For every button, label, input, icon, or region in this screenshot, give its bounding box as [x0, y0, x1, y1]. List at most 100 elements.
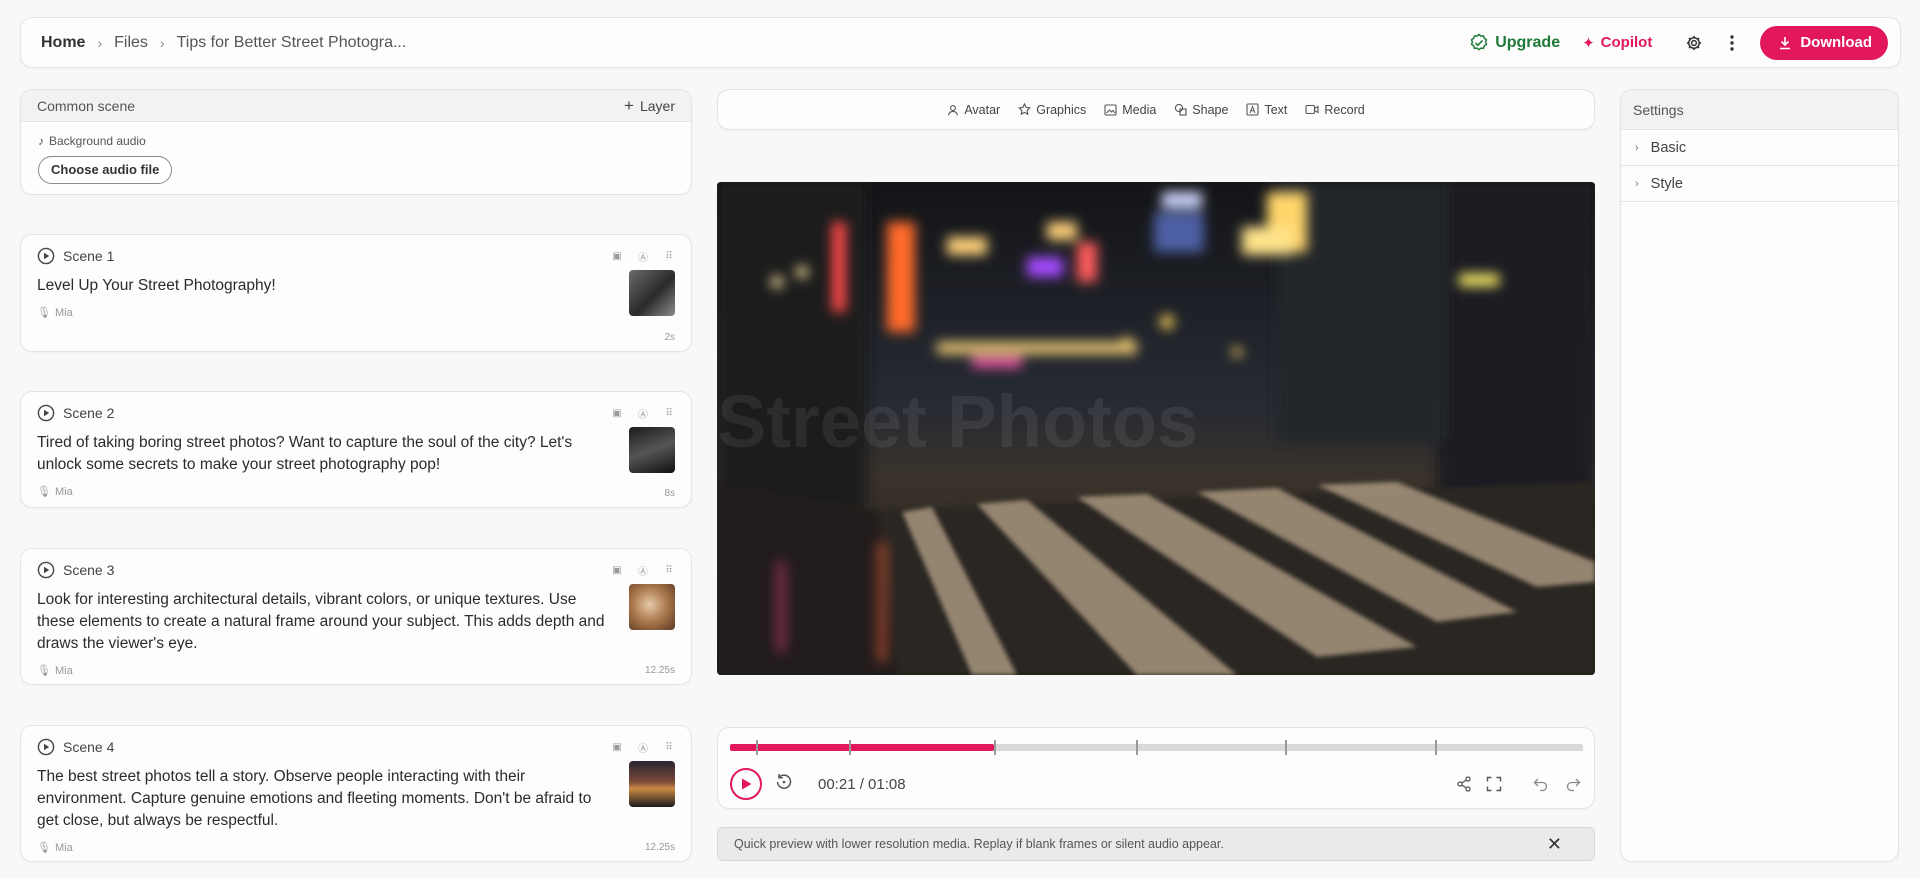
scene-script[interactable]: Tired of taking boring street photos? Wa… [37, 432, 607, 476]
scene-marker[interactable] [755, 740, 758, 755]
scene-marker[interactable] [1434, 740, 1437, 755]
settings-section-label: Basic [1650, 139, 1687, 156]
user-icon [948, 104, 959, 115]
scene-card-3[interactable]: Scene 3 ▣ Ⓐ ⠿ Look for interesting archi… [20, 548, 692, 685]
text-box-icon[interactable]: Ⓐ [637, 564, 649, 578]
scene-thumbnail[interactable] [629, 761, 675, 807]
choose-audio-file-button[interactable]: Choose audio file [38, 156, 173, 184]
settings-gear-button[interactable] [1680, 29, 1708, 57]
drag-handle-icon[interactable]: ⠿ [663, 407, 675, 419]
play-circle-icon[interactable] [37, 561, 55, 579]
settings-section-label: Style [1650, 175, 1683, 192]
scene-duration: 12.25s [644, 665, 675, 676]
scene-card-1[interactable]: Scene 1 ▣ Ⓐ ⠿ Level Up Your Street Photo… [20, 234, 692, 352]
scene-script[interactable]: The best street photos tell a story. Obs… [37, 766, 607, 832]
breadcrumb-files[interactable]: Files [114, 34, 148, 52]
record-tool[interactable]: Record [1305, 103, 1365, 117]
image-icon[interactable]: ▣ [611, 250, 623, 262]
download-button[interactable]: Download [1760, 25, 1888, 60]
play-circle-icon[interactable] [37, 404, 55, 422]
scene-marker[interactable] [1136, 740, 1139, 755]
play-circle-icon[interactable] [37, 738, 55, 756]
graphics-tool[interactable]: Graphics [1018, 103, 1086, 117]
chevron-right-icon: › [97, 34, 103, 51]
image-icon[interactable]: ▣ [611, 564, 623, 576]
scene-thumbnail[interactable] [629, 427, 675, 473]
street-night-image: Street Photos [717, 182, 1595, 675]
scene-label: Scene 2 [63, 405, 115, 421]
media-label: Media [1122, 102, 1157, 117]
microphone-icon: 🎙 [37, 665, 51, 677]
undo-icon[interactable] [1532, 776, 1550, 792]
image-icon[interactable]: ▣ [611, 407, 623, 419]
text-tool[interactable]: Text [1246, 103, 1287, 117]
vertical-dots-icon [1730, 34, 1735, 51]
text-box-icon[interactable]: Ⓐ [637, 407, 649, 421]
common-scene-title: Common scene [37, 97, 136, 114]
scene-voice[interactable]: 🎙 Mia [37, 481, 607, 503]
scene-marker[interactable] [994, 740, 997, 755]
breadcrumb-current: Tips for Better Street Photogra... [176, 33, 407, 51]
scene-thumbnail[interactable] [629, 584, 675, 630]
scene-thumbnail[interactable] [629, 270, 675, 316]
play-circle-icon[interactable] [37, 247, 55, 265]
scene-voice[interactable]: 🎙 Mia [37, 302, 607, 324]
close-icon[interactable]: ✕ [1547, 834, 1562, 855]
shape-tool[interactable]: Shape [1174, 103, 1228, 117]
scene-duration: 12.25s [644, 842, 675, 853]
sparkle-icon: ✦ [1582, 34, 1595, 52]
download-label: Download [1800, 34, 1872, 51]
scene-label: Scene 4 [63, 739, 115, 755]
image-icon[interactable]: ▣ [611, 741, 623, 753]
star-icon [1018, 103, 1032, 116]
voice-name: Mia [54, 665, 73, 677]
timeline-scrubber[interactable] [730, 740, 1583, 755]
scene-script[interactable]: Look for interesting architectural detai… [37, 589, 607, 655]
fullscreen-icon[interactable] [1486, 776, 1502, 792]
add-layer-button[interactable]: + Layer [624, 96, 675, 116]
more-options-button[interactable] [1718, 29, 1746, 57]
play-icon [742, 778, 752, 790]
preview-notice: Quick preview with lower resolution medi… [717, 827, 1595, 861]
upgrade-button[interactable]: Upgrade [1469, 33, 1560, 53]
text-label: Text [1264, 102, 1288, 117]
common-scene-panel: Common scene + Layer ♪ Background audio … [20, 89, 692, 195]
video-preview[interactable]: Street Photos [717, 182, 1595, 675]
play-button[interactable] [730, 768, 762, 800]
text-icon [1246, 103, 1260, 116]
drag-handle-icon[interactable]: ⠿ [663, 564, 675, 576]
notice-text: Quick preview with lower resolution medi… [734, 837, 1224, 851]
share-icon[interactable] [1456, 776, 1472, 792]
scene-duration: 2s [664, 332, 675, 343]
scene-voice[interactable]: 🎙 Mia [37, 660, 607, 682]
text-box-icon[interactable]: Ⓐ [637, 741, 649, 755]
shape-label: Shape [1192, 102, 1229, 117]
gear-icon [1687, 35, 1702, 50]
scene-card-4[interactable]: Scene 4 ▣ Ⓐ ⠿ The best street photos tel… [20, 725, 692, 862]
settings-section-basic[interactable]: › Basic [1621, 130, 1898, 166]
timeline-progress [730, 744, 995, 751]
breadcrumb-home[interactable]: Home [41, 34, 85, 52]
scene-marker[interactable] [849, 740, 852, 755]
scene-card-2[interactable]: Scene 2 ▣ Ⓐ ⠿ Tired of taking boring str… [20, 391, 692, 508]
avatar-label: Avatar [964, 102, 1001, 117]
copilot-label: Copilot [1600, 34, 1653, 51]
top-bar: Home › Files › Tips for Better Street Ph… [20, 17, 1901, 68]
drag-handle-icon[interactable]: ⠿ [663, 741, 675, 753]
scene-voice[interactable]: 🎙 Mia [37, 837, 607, 859]
copilot-button[interactable]: ✦ Copilot [1582, 34, 1652, 52]
avatar-tool[interactable]: Avatar [947, 103, 1000, 117]
scene-label: Scene 3 [63, 562, 115, 578]
playback-time: 00:21 / 01:08 [818, 775, 906, 793]
settings-section-style[interactable]: › Style [1621, 166, 1898, 202]
redo-icon[interactable] [1564, 776, 1582, 792]
background-audio-text: Background audio [49, 134, 146, 148]
shapes-icon [1175, 103, 1187, 116]
media-tool[interactable]: Media [1104, 103, 1156, 117]
microphone-icon: 🎙 [37, 842, 51, 854]
scene-script[interactable]: Level Up Your Street Photography! [37, 275, 607, 297]
drag-handle-icon[interactable]: ⠿ [663, 250, 675, 262]
scene-marker[interactable] [1285, 740, 1288, 755]
text-box-icon[interactable]: Ⓐ [637, 250, 649, 264]
replay-button[interactable] [774, 772, 794, 797]
